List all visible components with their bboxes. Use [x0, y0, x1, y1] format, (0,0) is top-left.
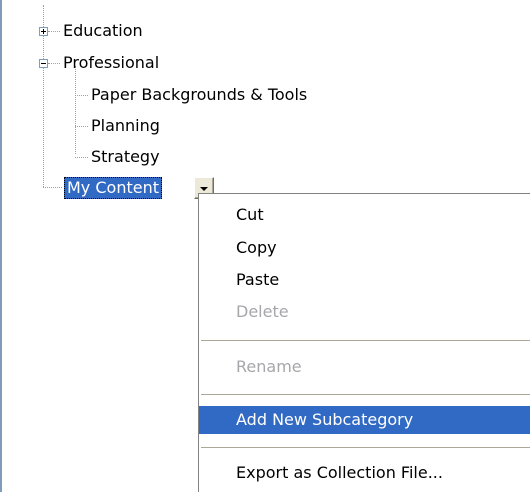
menu-item-rename: Rename	[199, 353, 530, 381]
tree-node-professional[interactable]: Professional	[63, 53, 159, 73]
context-menu: Cut Copy Paste Delete Rename Add New Sub…	[198, 193, 530, 492]
menu-item-label: Add New Subcategory	[236, 410, 414, 429]
menu-item-label: Rename	[236, 357, 302, 376]
menu-item-add-new-subcategory[interactable]: Add New Subcategory	[199, 406, 530, 434]
menu-item-cut[interactable]: Cut	[199, 201, 530, 229]
menu-item-label: Copy	[236, 238, 277, 257]
menu-separator	[201, 340, 530, 341]
menu-item-export-collection[interactable]: Export as Collection File...	[199, 459, 530, 487]
tree-line	[43, 187, 62, 188]
menu-item-label: Cut	[236, 205, 264, 224]
tree-line	[75, 157, 88, 158]
tree-line	[75, 95, 88, 96]
menu-item-copy[interactable]: Copy	[199, 234, 530, 262]
collapse-icon[interactable]	[39, 59, 48, 68]
tree-line	[48, 31, 60, 32]
expand-icon[interactable]	[39, 27, 48, 36]
tree-node-education[interactable]: Education	[63, 21, 143, 41]
menu-item-delete: Delete	[199, 298, 530, 326]
tree-node-strategy[interactable]: Strategy	[91, 147, 160, 167]
menu-separator	[201, 394, 530, 395]
menu-separator	[201, 447, 530, 448]
tree-line	[48, 63, 60, 64]
menu-item-label: Paste	[236, 270, 280, 289]
menu-item-label: Export as Collection File...	[236, 463, 443, 482]
tree-node-planning[interactable]: Planning	[91, 116, 160, 136]
chevron-down-icon	[200, 187, 208, 191]
tree-line	[75, 126, 88, 127]
menu-item-paste[interactable]: Paste	[199, 266, 530, 294]
menu-item-label: Delete	[236, 302, 289, 321]
tree-node-paper-backgrounds[interactable]: Paper Backgrounds & Tools	[91, 85, 307, 105]
tree-line	[75, 66, 76, 154]
tree-node-my-content[interactable]: My Content	[64, 177, 162, 199]
